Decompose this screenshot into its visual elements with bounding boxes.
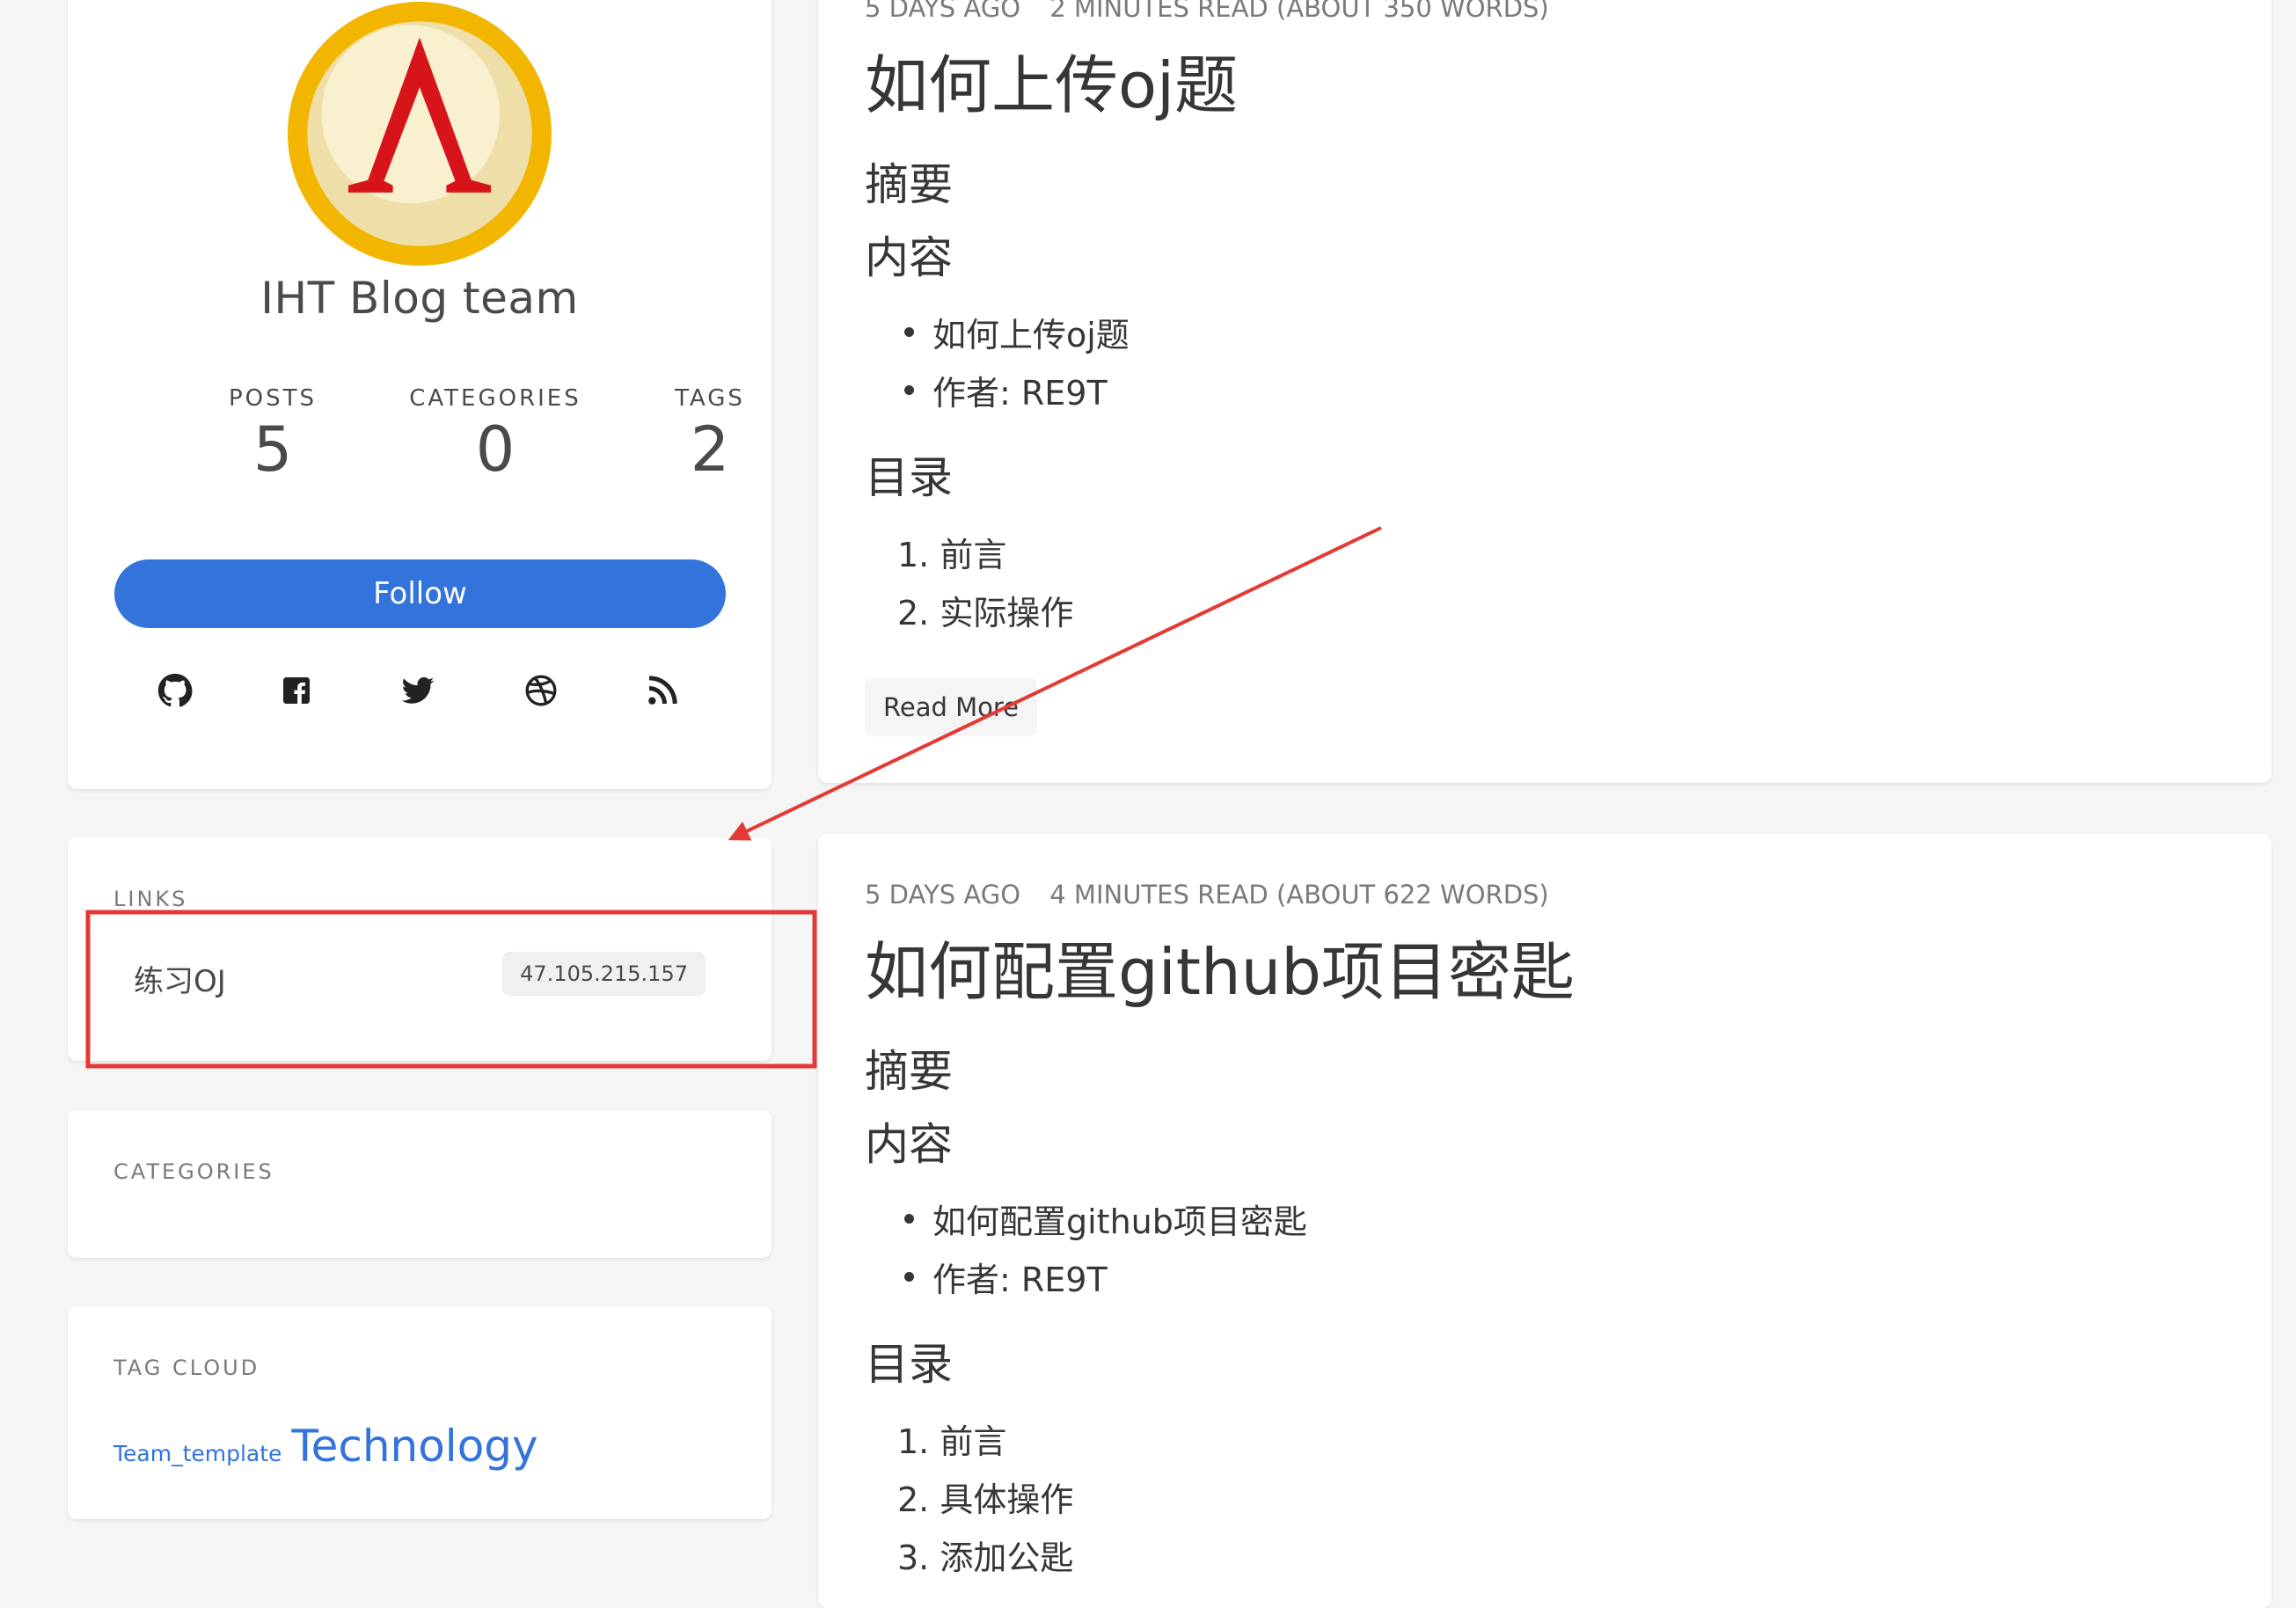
categories-card: CATEGORIES <box>68 1110 771 1258</box>
summary-heading: 摘要 <box>865 1046 953 1097</box>
content-item: 如何配置github项目密匙 <box>904 1195 1307 1243</box>
toc-heading: 目录 <box>865 452 953 503</box>
stat-tags[interactable]: TAGS 2 <box>613 385 807 480</box>
post-card: 5 DAYS AGO 4 MINUTES READ (ABOUT 622 WOR… <box>818 834 2271 1608</box>
read-more-button[interactable]: Read More <box>865 678 1037 736</box>
post-card: 5 DAYS AGO 2 MINUTES READ (ABOUT 350 WOR… <box>818 0 2271 783</box>
toc-item[interactable]: 3. 添加公匙 <box>897 1531 1073 1579</box>
stat-categories[interactable]: CATEGORIES 0 <box>399 385 592 480</box>
content-heading: 内容 <box>865 232 953 283</box>
post-read-time: 4 MINUTES READ (ABOUT 622 WORDS) <box>1049 880 1549 910</box>
link-host-tag: 47.105.215.157 <box>502 952 706 996</box>
tag-link[interactable]: Team_template <box>113 1441 282 1466</box>
toc-item[interactable]: 1. 前言 <box>897 1414 1006 1463</box>
facebook-icon[interactable] <box>279 673 314 708</box>
author-name: IHT Blog team <box>260 273 579 324</box>
twitter-icon[interactable] <box>400 673 435 708</box>
links-card: LINKS 练习OJ 47.105.215.157 <box>68 837 771 1061</box>
tag-link[interactable]: Technology <box>292 1421 538 1472</box>
content-item: 作者: RE9T <box>904 366 1108 414</box>
summary-heading: 摘要 <box>865 159 953 210</box>
avatar-logo <box>288 2 552 266</box>
rss-icon[interactable] <box>645 673 680 708</box>
tag-cloud-heading: TAG CLOUD <box>113 1356 260 1380</box>
post-date: 5 DAYS AGO <box>865 880 1021 910</box>
link-name: 练习OJ <box>134 964 226 999</box>
toc-heading: 目录 <box>865 1339 953 1390</box>
dribbble-icon[interactable] <box>523 673 559 708</box>
post-date: 5 DAYS AGO <box>865 0 1021 23</box>
toc-item[interactable]: 1. 前言 <box>897 528 1006 576</box>
stat-label: CATEGORIES <box>409 385 581 412</box>
stat-label: POSTS <box>228 385 318 412</box>
links-heading: LINKS <box>113 887 188 911</box>
stat-value: 5 <box>252 413 293 486</box>
content-heading: 内容 <box>865 1119 953 1170</box>
social-links <box>68 673 771 715</box>
stat-posts[interactable]: POSTS 5 <box>176 385 369 480</box>
post-meta: 5 DAYS AGO 2 MINUTES READ (ABOUT 350 WOR… <box>865 0 1549 23</box>
post-read-time: 2 MINUTES READ (ABOUT 350 WORDS) <box>1049 0 1549 23</box>
tag-cloud-card: TAG CLOUD Team_template Technology <box>68 1306 771 1519</box>
categories-heading: CATEGORIES <box>113 1159 274 1184</box>
post-title[interactable]: 如何配置github项目密匙 <box>865 920 1575 1012</box>
toc-item[interactable]: 2. 实际操作 <box>897 586 1073 634</box>
post-meta: 5 DAYS AGO 4 MINUTES READ (ABOUT 622 WOR… <box>865 880 1549 910</box>
stat-label: TAGS <box>675 385 745 412</box>
github-icon[interactable] <box>157 673 193 708</box>
post-title[interactable]: 如何上传oj题 <box>865 33 1238 126</box>
follow-button[interactable]: Follow <box>114 559 726 628</box>
toc-item[interactable]: 2. 具体操作 <box>897 1473 1073 1521</box>
stat-value: 2 <box>690 413 730 486</box>
content-item: 如何上传oj题 <box>904 308 1130 356</box>
content-item: 作者: RE9T <box>904 1253 1108 1301</box>
stat-value: 0 <box>475 413 516 486</box>
tag-cloud: Team_template Technology <box>113 1421 538 1472</box>
link-item[interactable]: 练习OJ 47.105.215.157 <box>134 952 706 1005</box>
profile-card: IHT Blog team POSTS 5 CATEGORIES 0 TAGS … <box>68 0 771 789</box>
avatar <box>286 0 553 267</box>
